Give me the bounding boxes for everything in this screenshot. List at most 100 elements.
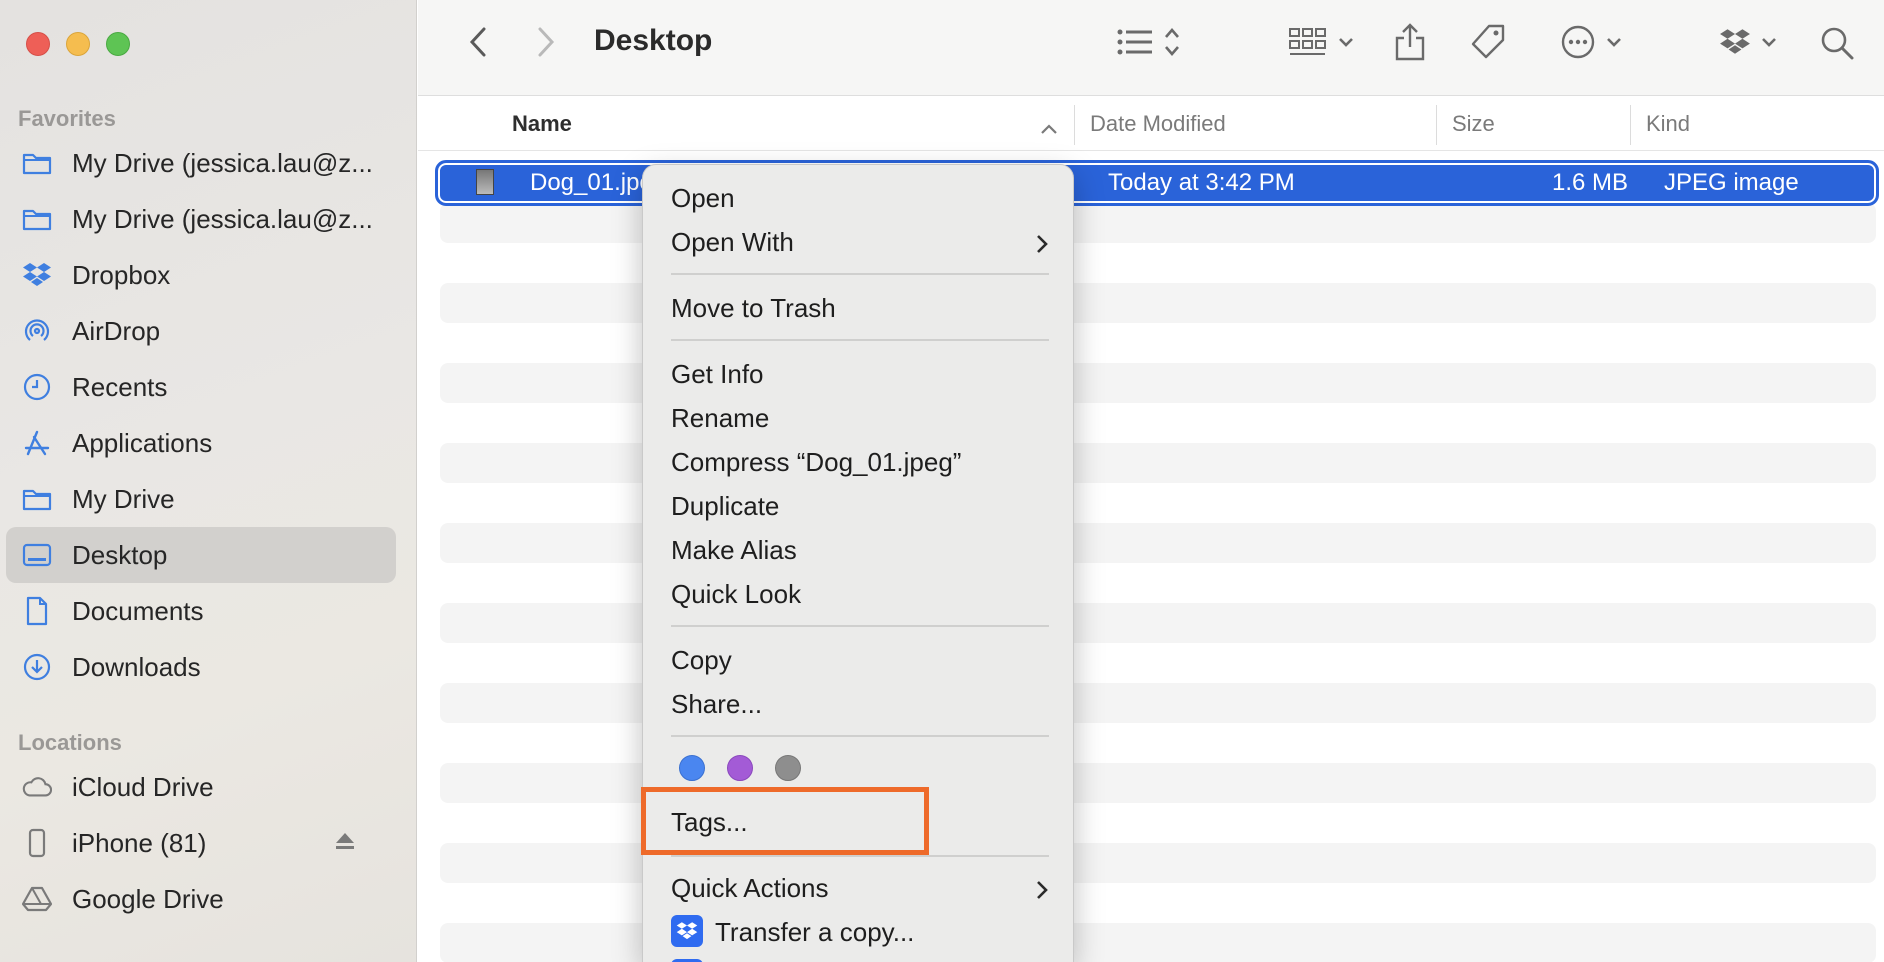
- sidebar-item-documents[interactable]: Documents: [6, 583, 396, 639]
- folder-icon: [22, 148, 52, 178]
- desktop-icon: [22, 540, 52, 570]
- sidebar-item-label: Google Drive: [72, 883, 224, 914]
- image-thumbnail-icon: [476, 169, 494, 195]
- column-divider[interactable]: [1436, 105, 1437, 145]
- search-button[interactable]: [1814, 22, 1860, 68]
- column-header-bar: Name Date Modified Size Kind: [418, 97, 1884, 151]
- column-divider[interactable]: [1074, 105, 1075, 145]
- sidebar-item-label: Applications: [72, 427, 213, 458]
- locations-section-title: Locations: [18, 730, 122, 755]
- column-header-date-modified[interactable]: Date Modified: [1090, 111, 1226, 137]
- chevron-down-icon: [1761, 35, 1777, 53]
- sidebar-item-airdrop[interactable]: AirDrop: [6, 303, 396, 359]
- share-button[interactable]: [1388, 20, 1432, 68]
- menu-item-transfer-a-copy[interactable]: Transfer a copy...: [715, 917, 914, 948]
- ellipsis-circle-icon: [1560, 24, 1596, 65]
- tag-color-purple[interactable]: [727, 755, 753, 781]
- menu-separator: [671, 625, 1049, 627]
- sidebar-item-dropbox[interactable]: Dropbox: [6, 247, 396, 303]
- sidebar-item-desktop[interactable]: Desktop: [6, 527, 396, 583]
- sidebar-item-applications[interactable]: Applications: [6, 415, 396, 471]
- google-drive-icon: [22, 884, 52, 914]
- tag-color-blue[interactable]: [679, 755, 705, 781]
- menu-item-quick-actions[interactable]: Quick Actions: [671, 873, 1049, 904]
- file-size: 1.6 MB: [1552, 169, 1629, 196]
- eject-icon[interactable]: [334, 831, 356, 856]
- file-kind: JPEG image: [1664, 169, 1799, 196]
- chevron-right-icon: [536, 26, 556, 63]
- clock-icon: [22, 372, 52, 402]
- chevron-down-icon: [1338, 35, 1354, 53]
- menu-separator: [671, 855, 1049, 857]
- sort-ascending-icon[interactable]: [1040, 115, 1058, 141]
- sidebar-item-label: Dropbox: [72, 259, 171, 290]
- document-icon: [22, 596, 52, 626]
- menu-item-compress[interactable]: Compress “Dog_01.jpeg”: [671, 447, 961, 478]
- sidebar-item-downloads[interactable]: Downloads: [6, 639, 396, 695]
- sidebar-item-label: AirDrop: [72, 315, 161, 346]
- column-header-name[interactable]: Name: [512, 111, 572, 137]
- favorites-section-title: Favorites: [18, 106, 116, 131]
- sidebar-item-label: My Drive (jessica.lau@z...: [72, 203, 373, 234]
- minimize-window-button[interactable]: [66, 32, 90, 56]
- sidebar-item-google-drive[interactable]: Google Drive: [6, 871, 396, 927]
- chevron-left-icon: [468, 26, 488, 63]
- dropbox-icon: [1719, 28, 1751, 61]
- sidebar-item-label: My Drive: [72, 483, 175, 514]
- menu-separator: [671, 735, 1049, 737]
- menu-item-copy[interactable]: Copy: [671, 645, 732, 676]
- dropbox-icon: [671, 915, 703, 947]
- view-options-button[interactable]: [1108, 24, 1188, 64]
- menu-item-rename[interactable]: Rename: [671, 403, 769, 434]
- dropbox-button[interactable]: [1708, 24, 1788, 64]
- highlight-annotation: [641, 787, 929, 855]
- list-view-icon: [1116, 27, 1156, 62]
- sidebar-item-my-drive-1[interactable]: My Drive (jessica.lau@z...: [6, 135, 396, 191]
- menu-item-duplicate[interactable]: Duplicate: [671, 491, 779, 522]
- sidebar-item-label: Recents: [72, 371, 168, 402]
- sidebar-item-iphone[interactable]: iPhone (81): [6, 815, 396, 871]
- back-button[interactable]: [460, 24, 496, 64]
- download-icon: [22, 652, 52, 682]
- sidebar-item-label: Documents: [72, 595, 204, 626]
- file-date-modified: Today at 3:42 PM: [1108, 169, 1295, 196]
- sidebar-item-icloud-drive[interactable]: iCloud Drive: [6, 759, 396, 815]
- column-header-kind[interactable]: Kind: [1646, 111, 1690, 137]
- more-actions-button[interactable]: [1548, 22, 1634, 66]
- search-icon: [1820, 26, 1854, 65]
- menu-item-get-info[interactable]: Get Info: [671, 359, 764, 390]
- menu-separator: [671, 273, 1049, 275]
- file-list: Dog_01.jpeg Today at 3:42 PM 1.6 MB JPEG…: [418, 151, 1884, 962]
- menu-item-quick-look[interactable]: Quick Look: [671, 579, 801, 610]
- close-window-button[interactable]: [26, 32, 50, 56]
- chevron-right-icon: [1035, 877, 1049, 908]
- chevron-right-icon: [1035, 231, 1049, 262]
- share-icon: [1393, 22, 1427, 67]
- folder-icon: [22, 204, 52, 234]
- column-header-size[interactable]: Size: [1452, 111, 1495, 137]
- sidebar: Favorites My Drive (jessica.lau@z... My …: [0, 0, 417, 962]
- menu-item-label: Open With: [671, 227, 794, 257]
- iphone-icon: [22, 828, 52, 858]
- sidebar-item-recents[interactable]: Recents: [6, 359, 396, 415]
- sidebar-item-label: iCloud Drive: [72, 771, 214, 802]
- group-button[interactable]: [1278, 24, 1364, 64]
- column-divider[interactable]: [1630, 105, 1631, 145]
- window-title: Desktop: [594, 24, 713, 57]
- sidebar-item-my-drive-3[interactable]: My Drive: [6, 471, 396, 527]
- zoom-window-button[interactable]: [106, 32, 130, 56]
- tag-color-gray[interactable]: [775, 755, 801, 781]
- sidebar-item-my-drive-2[interactable]: My Drive (jessica.lau@z...: [6, 191, 396, 247]
- menu-item-share[interactable]: Share...: [671, 689, 762, 720]
- menu-item-make-alias[interactable]: Make Alias: [671, 535, 797, 566]
- applications-icon: [22, 428, 52, 458]
- menu-item-move-to-trash[interactable]: Move to Trash: [671, 293, 836, 324]
- menu-item-open-with[interactable]: Open With: [671, 227, 1049, 258]
- forward-button[interactable]: [528, 24, 564, 64]
- menu-item-label: Quick Actions: [671, 873, 829, 903]
- tags-button[interactable]: [1464, 20, 1512, 68]
- menu-item-open[interactable]: Open: [671, 183, 735, 214]
- folder-icon: [22, 484, 52, 514]
- cloud-icon: [22, 772, 52, 802]
- menu-separator: [671, 339, 1049, 341]
